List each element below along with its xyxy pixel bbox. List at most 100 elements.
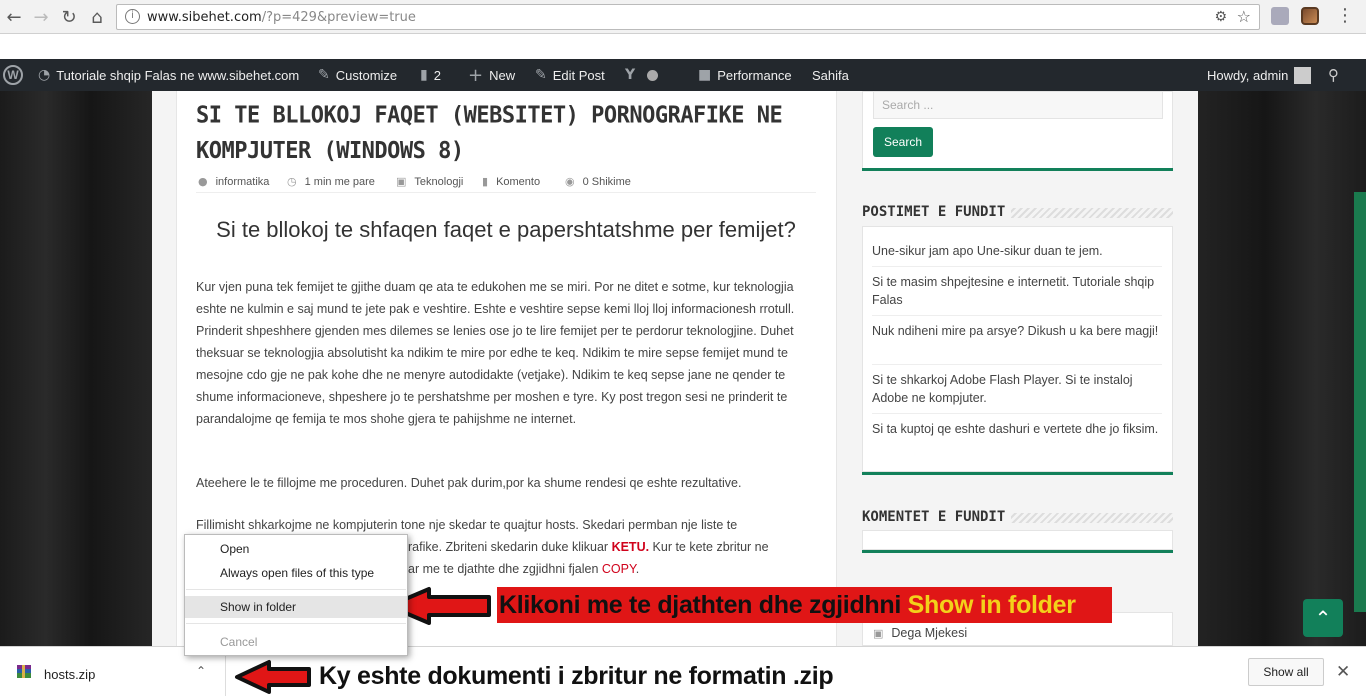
bookmark-bar	[0, 34, 1366, 59]
post-time: ◷ 1 min me pare	[287, 175, 375, 188]
menu-item-cancel[interactable]: Cancel	[185, 631, 407, 653]
menu-separator	[186, 589, 406, 590]
menu-item-always-open[interactable]: Always open files of this type	[185, 562, 407, 584]
paragraph-3-line-3: ar me te djathte dhe zgjidhni fjalen COP…	[408, 558, 828, 580]
recent-post-link[interactable]: Une-sikur jam apo Une-sikur duan te jem.	[872, 242, 1162, 260]
bookmark-star-icon[interactable]: ☆	[1237, 7, 1251, 26]
wordpress-logo-icon[interactable]: W	[3, 59, 23, 91]
dashboard-icon: ◔	[38, 67, 51, 83]
pencil-icon: ✎	[535, 67, 547, 83]
howdy-label: Howdy, admin	[1207, 67, 1289, 83]
scrollbar-thumb[interactable]	[1354, 192, 1366, 612]
divider	[872, 364, 1162, 365]
show-all-button[interactable]: Show all	[1248, 658, 1324, 686]
divider	[872, 315, 1162, 316]
divider	[872, 413, 1162, 414]
plus-icon: +	[468, 64, 484, 86]
new-link[interactable]: + New	[468, 59, 515, 91]
menu-item-show-in-folder[interactable]: Show in folder	[185, 596, 407, 618]
customize-link[interactable]: ✎ Customize	[318, 59, 397, 91]
edit-post-link[interactable]: ✎ Edit Post	[535, 59, 605, 91]
widget-underline	[862, 472, 1173, 475]
address-bar[interactable]: i www.sibehet.com/?p=429&preview=true ⚙ …	[116, 4, 1260, 30]
forward-icon[interactable]: →	[29, 5, 53, 29]
extension-icon[interactable]: ⚙	[1214, 9, 1227, 25]
sahifa-link[interactable]: Sahifa	[812, 59, 849, 91]
paragraph-1: Kur vjen puna tek femijet te gjithe duam…	[196, 280, 795, 426]
instagram-icon[interactable]	[1301, 7, 1319, 25]
brush-icon: ✎	[318, 67, 330, 83]
close-icon[interactable]: ✕	[1336, 662, 1350, 682]
edit-post-label: Edit Post	[552, 67, 605, 83]
chevron-up-icon[interactable]: ⌃	[196, 664, 206, 678]
menu-separator	[186, 623, 406, 624]
search-button[interactable]: Search	[873, 127, 933, 157]
ketu-link[interactable]: KETU.	[612, 540, 650, 554]
home-icon[interactable]: ⌂	[85, 5, 109, 29]
extension-badge-icon[interactable]	[1271, 7, 1289, 25]
site-name-link[interactable]: ◔ Tutoriale shqip Falas ne www.sibehet.co…	[38, 59, 299, 91]
site-name-label: Tutoriale shqip Falas ne www.sibehet.com	[56, 67, 300, 83]
context-menu: Open Always open files of this type Show…	[184, 534, 408, 656]
category-label: Teknologji	[414, 175, 464, 188]
download-file-name: hosts.zip	[44, 667, 96, 682]
browser-toolbar: ← → ↻ ⌂ i www.sibehet.com/?p=429&preview…	[0, 0, 1366, 34]
search-input[interactable]: Search ...	[873, 91, 1163, 119]
menu-icon[interactable]: ⋮	[1336, 6, 1354, 26]
performance-label: Performance	[717, 67, 792, 83]
back-icon[interactable]: ←	[2, 5, 26, 29]
info-icon[interactable]: i	[125, 9, 140, 24]
divider	[872, 266, 1162, 267]
new-label: New	[489, 67, 516, 83]
annotation-text: Klikoni me te djathten dhe zgjidhni	[499, 591, 908, 619]
category-link[interactable]: ▣ Dega Mjekesi	[873, 626, 967, 640]
comments-label: Komento	[496, 175, 541, 188]
text-fragment: .	[635, 562, 640, 576]
time-label: 1 min me pare	[304, 175, 375, 188]
scroll-to-top-button[interactable]: ⌃	[1303, 599, 1343, 637]
sahifa-label: Sahifa	[812, 67, 849, 83]
comment-icon: ▮	[420, 67, 428, 83]
recent-comments-title: KOMENTET E FUNDIT	[862, 509, 1012, 525]
post-title: SI TE BLLOKOJ FAQET (WEBSITET) PORNOGRAF…	[196, 102, 783, 165]
annotation-highlight: Show in folder	[907, 591, 1076, 619]
recent-post-link[interactable]: Si te masim shpejtesine e internetit. Tu…	[872, 273, 1162, 309]
url-path: /?p=429&preview=true	[261, 10, 416, 25]
author-label: informatika	[215, 175, 270, 188]
comments-link[interactable]: ▮ 2	[420, 59, 441, 91]
clock-icon: ◷	[287, 175, 297, 188]
admin-search-icon[interactable]: ⚲	[1328, 59, 1339, 91]
widget-underline	[862, 550, 1173, 553]
paragraph-3-line-2: rafike. Zbriteni skedarin duke klikuar K…	[408, 536, 828, 558]
cube-icon: ■	[698, 67, 712, 83]
widget-underline	[862, 168, 1173, 171]
recent-post-link[interactable]: Si te shkarkoj Adobe Flash Player. Si te…	[872, 371, 1162, 407]
folder-icon: ▣	[873, 626, 884, 640]
text-fragment: Kur te kete zbritur ne	[649, 540, 769, 554]
annotation-arrow-icon	[235, 660, 311, 694]
title-stripes	[985, 208, 1173, 218]
folder-icon: ▣	[396, 175, 407, 188]
category-label: Dega Mjekesi	[891, 626, 968, 640]
title-stripes	[993, 513, 1173, 523]
yoast-menu[interactable]: Y	[625, 59, 659, 91]
annotation-banner: Klikoni me te djathten dhe zgjidhni Show…	[497, 587, 1112, 623]
recent-post-link[interactable]: Nuk ndiheni mire pa arsye? Dikush u ka b…	[872, 322, 1162, 340]
post-comments[interactable]: ▮ Komento	[482, 175, 540, 188]
archive-file-icon	[17, 665, 31, 678]
comments-icon: ▮	[482, 175, 489, 188]
post-subheading: Si te bllokoj te shfaqen faqet e papersh…	[216, 217, 796, 242]
reload-icon[interactable]: ↻	[57, 5, 81, 29]
background-wood-right	[1198, 91, 1366, 646]
menu-item-open[interactable]: Open	[185, 538, 407, 560]
post-author[interactable]: ● informatika	[198, 175, 269, 188]
account-menu[interactable]: Howdy, admin	[1207, 59, 1312, 91]
performance-link[interactable]: ■ Performance	[698, 59, 792, 91]
annotation-caption: Ky eshte dokumenti i zbritur ne formatin…	[319, 662, 834, 690]
recent-post-link[interactable]: Si ta kuptoj qe eshte dashuri e vertete …	[872, 420, 1162, 438]
url-host: www.sibehet.com	[147, 10, 262, 25]
recent-comments-widget	[862, 530, 1173, 550]
post-category[interactable]: ▣ Teknologji	[396, 175, 463, 188]
seo-score-dot	[647, 69, 659, 81]
paragraph-2: Ateehere le te fillojme me proceduren. D…	[196, 476, 742, 490]
